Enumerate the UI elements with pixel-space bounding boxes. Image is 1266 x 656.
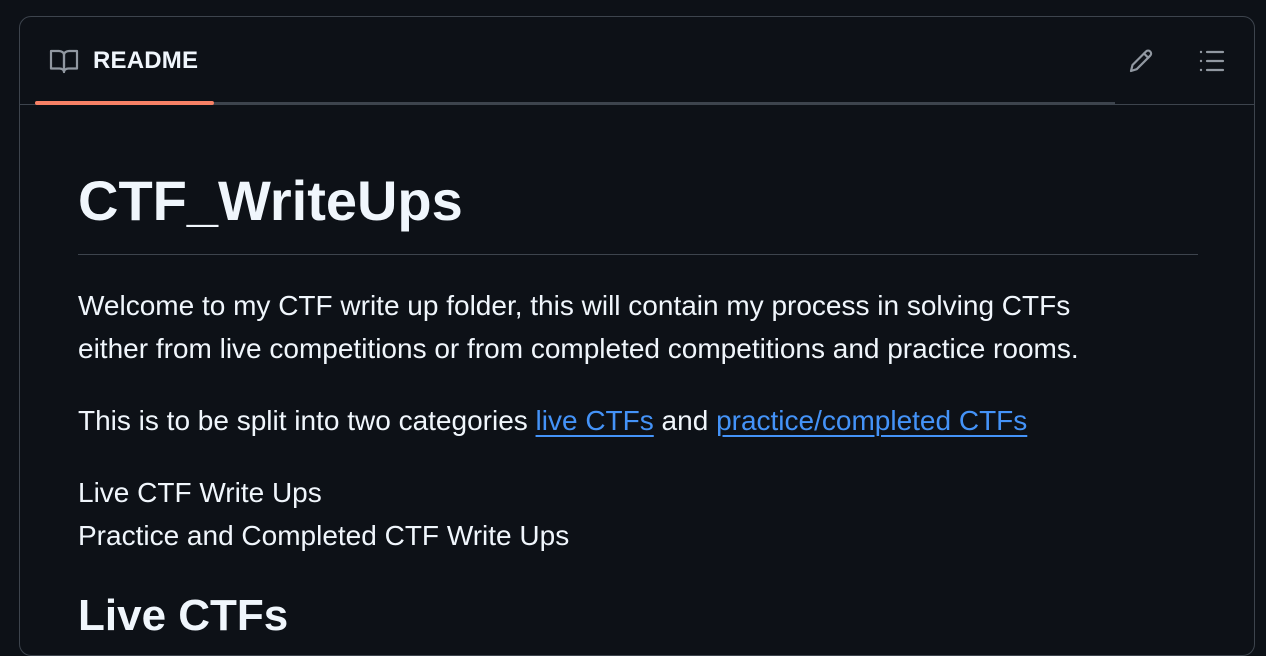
list-item: Practice and Completed CTF Write Ups — [78, 520, 570, 551]
intro-line-1: Welcome to my CTF write up folder, this … — [78, 290, 1071, 321]
categories-text: This is to be split into two categories — [78, 405, 536, 436]
edit-file-button[interactable] — [1121, 43, 1161, 79]
tab-readme[interactable]: README — [35, 17, 214, 105]
list-unordered-icon — [1199, 50, 1225, 72]
tab-readme-label: README — [93, 47, 199, 74]
readme-header: README — [20, 17, 1254, 105]
sections-list: Live CTF Write Ups Practice and Complete… — [78, 471, 1198, 557]
categories-paragraph: This is to be split into two categories … — [78, 399, 1198, 442]
section-heading: Live CTFs — [78, 591, 289, 640]
live-ctfs-link[interactable]: live CTFs — [536, 405, 654, 436]
readme-panel: README CTF_WriteUps Welcome to my CTF wr — [19, 16, 1255, 656]
outline-button[interactable] — [1191, 43, 1231, 79]
intro-line-2: either from live competitions or from co… — [78, 333, 1079, 364]
intro-paragraph: Welcome to my CTF write up folder, this … — [78, 284, 1198, 370]
list-item: Live CTF Write Ups — [78, 477, 322, 508]
categories-and-text: and — [653, 405, 717, 436]
readme-content: CTF_WriteUps Welcome to my CTF write up … — [78, 105, 1198, 644]
page-title: CTF_WriteUps — [78, 105, 1198, 255]
book-icon — [49, 49, 79, 74]
pencil-icon — [1129, 49, 1153, 73]
header-divider — [214, 102, 1115, 104]
practice-ctfs-link[interactable]: practice/completed CTFs — [716, 405, 1027, 436]
